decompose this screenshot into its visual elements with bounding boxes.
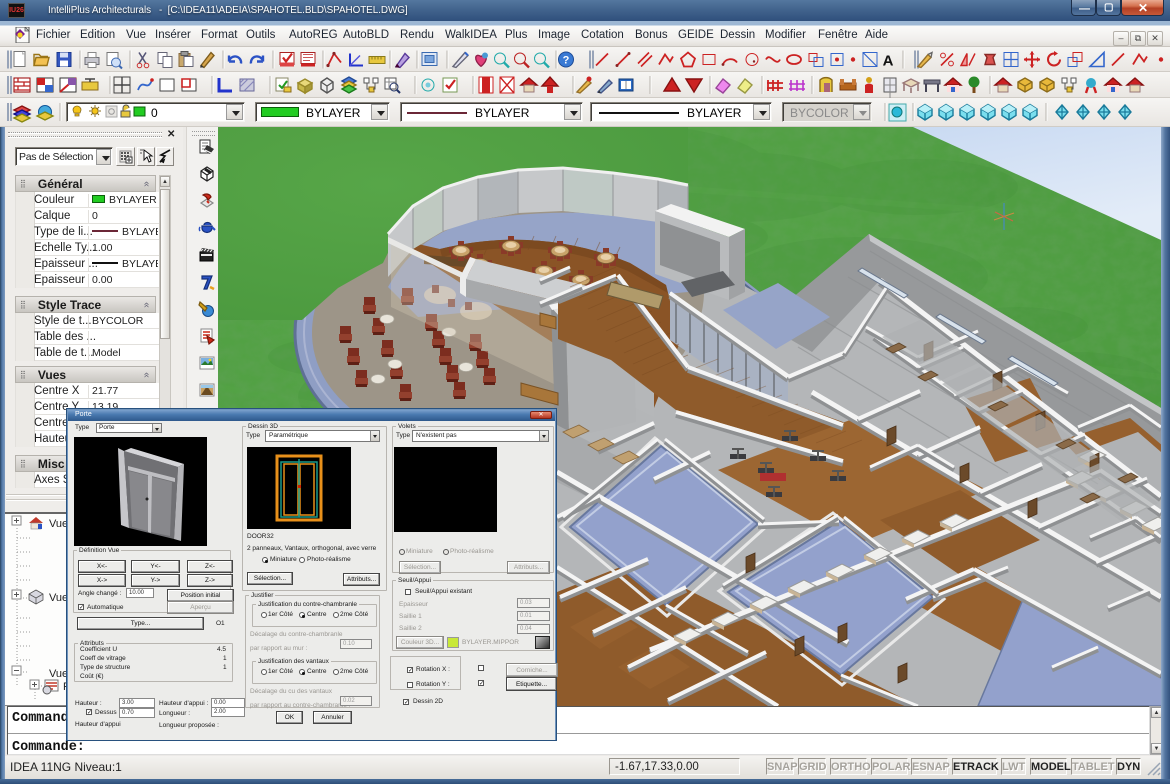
- svg-text:A: A: [883, 53, 894, 70]
- svg-text:?: ?: [563, 55, 570, 67]
